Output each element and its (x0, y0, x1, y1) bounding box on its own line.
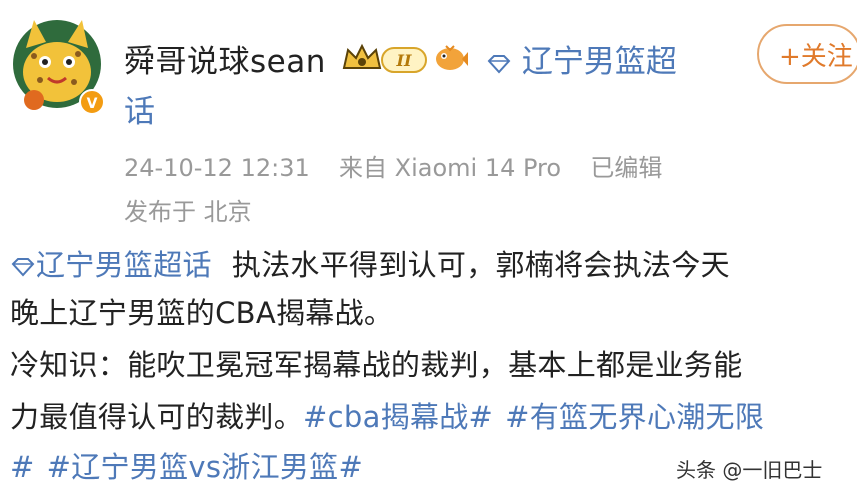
post-line-2: 晚上辽宁男篮的CBA揭幕战。 (10, 296, 394, 330)
topic-diamond-icon (11, 258, 35, 277)
post-text-4: 力最值得认可的裁判。 (10, 400, 304, 434)
hashtag-cba[interactable]: #cba揭幕战# (303, 400, 493, 434)
post-line-4: 力最值得认可的裁判。#cba揭幕战# #有篮无界心潮无限 (10, 394, 857, 436)
topic-link-header-suffix[interactable]: 话 (124, 86, 155, 131)
vip-badge[interactable]: II (340, 40, 430, 76)
hashtag-youlan-end[interactable]: # (10, 450, 35, 484)
follow-button[interactable]: +关注 (757, 24, 857, 84)
avatar[interactable]: V (12, 14, 106, 114)
watermark: 头条 @一旧巴士 (676, 458, 823, 482)
fish-badge-icon[interactable] (432, 40, 468, 76)
hashtag-youlan[interactable]: #有篮无界心潮无限 (505, 400, 764, 434)
topic-link-header[interactable]: 辽宁男篮超 (486, 36, 677, 81)
topic-diamond-icon (487, 54, 511, 73)
topic-link[interactable]: 辽宁男篮超话 (10, 248, 212, 282)
vip-level-text: II (396, 51, 412, 70)
svg-text:V: V (87, 96, 98, 112)
post-text-1: 执法水平得到认可，郭楠将会执法今天 (231, 248, 730, 282)
timestamp: 24-10-12 12:31 (124, 154, 310, 182)
source-device: 来自 Xiaomi 14 Pro (339, 154, 562, 182)
post-location: 发布于 北京 (124, 198, 252, 226)
hashtag-liaoning-vs-zhejiang[interactable]: #辽宁男篮vs浙江男篮# (47, 450, 363, 484)
post-line-1: 辽宁男篮超话 执法水平得到认可，郭楠将会执法今天 (10, 242, 857, 284)
post-line-3: 冷知识：能吹卫冕冠军揭幕战的裁判，基本上都是业务能 (10, 348, 743, 382)
post-meta: 24-10-12 12:31 来自 Xiaomi 14 Pro 已编辑 (124, 148, 662, 183)
topic-link-header-text: 辽宁男篮超 (521, 44, 677, 80)
edited-label[interactable]: 已编辑 (590, 154, 662, 182)
username[interactable]: 舜哥说球sean (124, 36, 326, 81)
